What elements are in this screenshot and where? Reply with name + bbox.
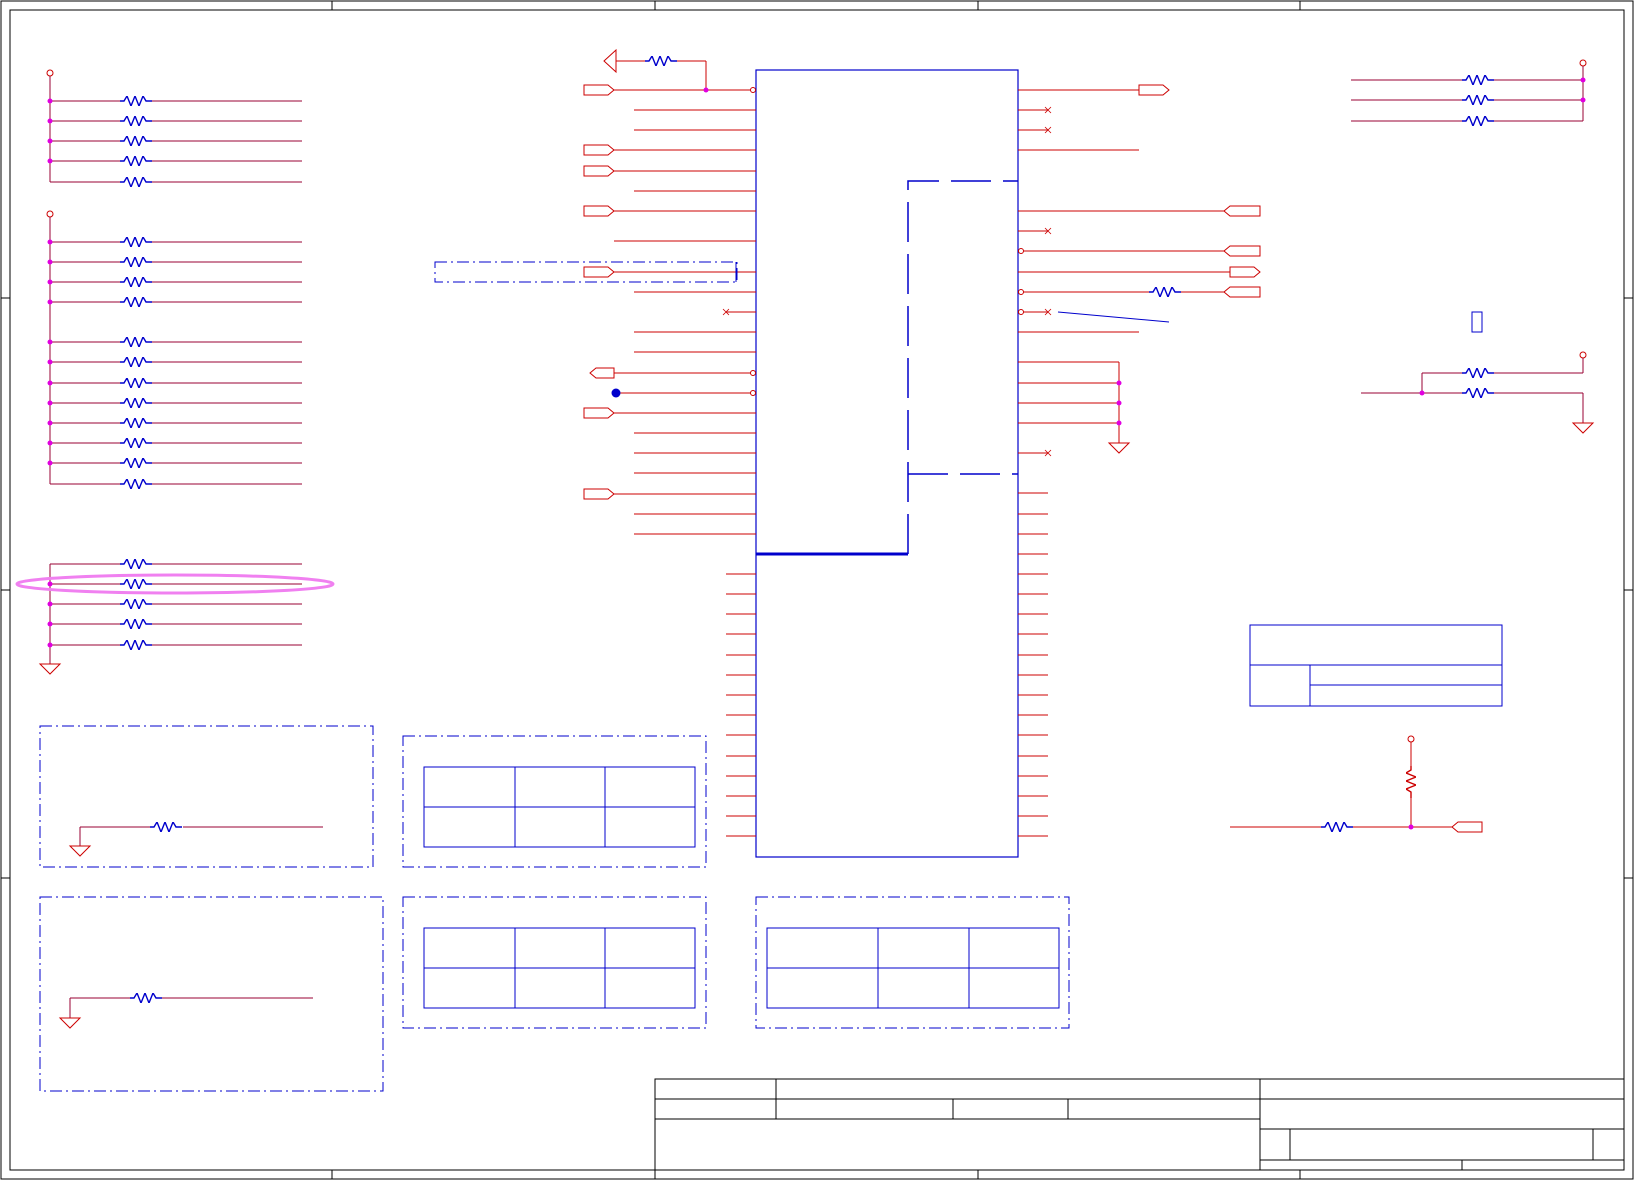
legend-table — [1249, 624, 1503, 707]
port-icon — [603, 48, 617, 74]
main-ic — [755, 69, 1019, 858]
port-icon — [583, 266, 615, 278]
ground-icon — [1107, 442, 1131, 454]
ic-left-pins — [614, 89, 756, 837]
ground-icon — [68, 845, 92, 857]
ground-icon — [58, 1017, 82, 1029]
port-icon — [1223, 205, 1261, 217]
note-box-2 — [39, 896, 384, 1092]
table-b — [402, 896, 707, 1029]
resistor-bank-3 — [15, 559, 335, 675]
resistor-bank-1 — [46, 69, 302, 187]
table-c — [755, 896, 1070, 1029]
port-icon — [1451, 821, 1483, 833]
resistor-bank-2 — [46, 210, 302, 489]
power-flag-icon — [1407, 735, 1415, 743]
resistor-bank-4 — [1351, 59, 1587, 333]
port-icon — [583, 84, 615, 96]
port-icon — [1223, 245, 1261, 257]
ground-icon — [38, 663, 62, 675]
port-icon — [1229, 266, 1261, 278]
resistor-pair — [1361, 351, 1595, 434]
port-icon — [583, 165, 615, 177]
schematic-sheet — [0, 0, 1634, 1180]
power-flag-icon — [46, 69, 54, 77]
power-flag-icon — [1579, 351, 1587, 359]
slanted-wire — [1057, 311, 1170, 323]
ic-body — [755, 69, 1019, 858]
table-a — [402, 735, 707, 868]
note-box-1 — [39, 725, 374, 868]
port-icon — [1223, 286, 1261, 298]
power-flag-icon — [46, 210, 54, 218]
power-flag-icon — [1579, 59, 1587, 67]
top-feedback-resistor — [603, 48, 709, 93]
junction-dot-icon — [611, 388, 621, 398]
port-icon — [583, 205, 615, 217]
title-block — [654, 1078, 1625, 1171]
port-icon — [589, 367, 615, 379]
ic-right-ports — [1018, 84, 1261, 454]
ground-icon — [1571, 422, 1595, 434]
port-icon — [583, 488, 615, 500]
port-icon — [1138, 84, 1170, 96]
port-icon — [583, 407, 615, 419]
no-connect-icon — [722, 106, 1052, 457]
ic-right-pins — [1018, 89, 1230, 837]
pullup-network — [1230, 735, 1483, 833]
small-box — [1471, 311, 1483, 333]
port-icon — [583, 144, 615, 156]
sheet-frame — [0, 0, 1634, 1180]
